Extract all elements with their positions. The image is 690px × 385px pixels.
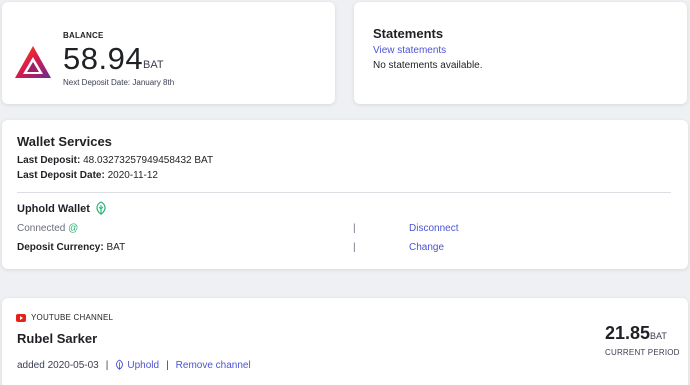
deposit-currency-value: BAT — [106, 242, 126, 253]
channel-unit: BAT — [650, 331, 667, 341]
uphold-leaf-icon — [116, 359, 124, 370]
bat-logo-icon — [15, 46, 51, 78]
connected-status: Connected @ — [17, 223, 78, 234]
connected-handle: @ — [68, 223, 79, 234]
channel-amount: 21.85 — [605, 323, 651, 343]
channel-card: YOUTUBE CHANNEL Rubel Sarker added 2020-… — [2, 298, 688, 385]
view-statements-link[interactable]: View statements — [373, 45, 446, 56]
balance-card: BALANCE 58.94 BAT Next Deposit Date: Jan… — [2, 2, 335, 104]
last-deposit-date-label: Last Deposit Date: — [17, 170, 105, 181]
no-statements-text: No statements available. — [373, 60, 483, 71]
youtube-icon — [16, 314, 26, 322]
last-deposit-value: 48.03273257949458432 BAT — [83, 155, 214, 166]
balance-unit: BAT — [143, 59, 164, 71]
uphold-leaf-icon — [96, 201, 106, 215]
disconnect-link[interactable]: Disconnect — [409, 223, 458, 234]
balance-amount: 58.94 — [63, 41, 144, 76]
deposit-currency-row: Deposit Currency: BAT — [17, 242, 125, 253]
connected-label: Connected — [17, 223, 66, 234]
last-deposit-label: Last Deposit: — [17, 155, 81, 166]
statements-title: Statements — [373, 26, 444, 41]
uphold-wallet-title: Uphold Wallet — [17, 203, 90, 215]
balance-label: BALANCE — [63, 31, 104, 40]
wallet-services-title: Wallet Services — [17, 134, 112, 149]
channel-added-date: added 2020-05-03 — [17, 359, 99, 371]
current-period-label: CURRENT PERIOD — [605, 348, 680, 357]
last-deposit-date-row: Last Deposit Date: 2020-11-12 — [17, 170, 158, 181]
separator: | — [105, 359, 109, 371]
deposit-currency-label: Deposit Currency: — [17, 242, 104, 253]
separator: | — [353, 242, 356, 253]
remove-channel-link[interactable]: Remove channel — [176, 360, 251, 371]
statements-card: Statements View statements No statements… — [354, 2, 687, 104]
wallet-services-card: Wallet Services Last Deposit: 48.0327325… — [2, 120, 688, 269]
next-deposit-date: Next Deposit Date: January 8th — [63, 78, 175, 87]
divider — [17, 192, 671, 193]
channel-meta: added 2020-05-03 | Uphold | Remove chann… — [17, 359, 251, 371]
channel-uphold-link[interactable]: Uphold — [127, 360, 159, 371]
separator: | — [166, 359, 169, 371]
channel-type-label: YOUTUBE CHANNEL — [31, 313, 114, 322]
separator: | — [353, 223, 356, 234]
last-deposit-date-value: 2020-11-12 — [107, 170, 158, 181]
change-currency-link[interactable]: Change — [409, 242, 444, 253]
channel-name: Rubel Sarker — [17, 331, 98, 346]
last-deposit-row: Last Deposit: 48.03273257949458432 BAT — [17, 155, 213, 166]
